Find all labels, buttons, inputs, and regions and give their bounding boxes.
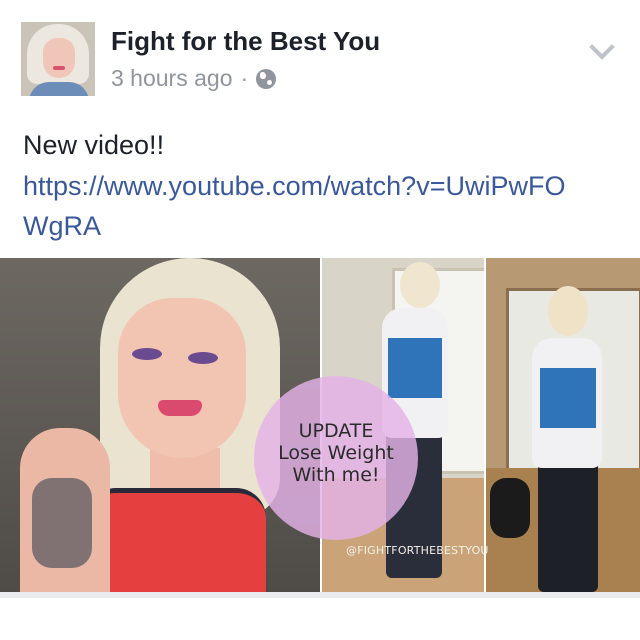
photo-shirt-print [388,338,442,398]
photo-head [548,286,588,336]
avatar-face [43,38,75,78]
post-header: Fight for the Best You 3 hours ago · [0,0,640,110]
photo-eye-right [188,352,218,364]
photo-red-top [86,488,266,592]
avatar-lips [53,66,65,70]
globe-icon [256,68,277,89]
photo-head [400,262,440,308]
post-media[interactable]: UPDATE Lose Weight With me! @FIGHTFORTHE… [0,258,640,592]
photo-face [118,298,246,458]
photo-legs [538,458,598,592]
next-post-card [0,598,640,640]
watermark: @FIGHTFORTHEBESTYOU [346,544,489,557]
photo-dog [490,478,530,538]
photo-mouth [158,400,202,416]
meta-separator: · [240,65,249,91]
post-card: Fight for the Best You 3 hours ago · New… [0,0,640,592]
post-text: New video!! [23,130,165,160]
page-name-link[interactable]: Fight for the Best You [111,26,380,57]
photo-tattoo [32,478,92,568]
post-link[interactable]: https://www.youtube.com/watch?v=UwiPwFOW… [23,166,583,246]
timestamp[interactable]: 3 hours ago [111,65,232,92]
avatar[interactable] [21,22,95,96]
photo-eye-left [132,348,162,360]
chevron-down-icon[interactable] [589,34,615,60]
overlay-text: UPDATE Lose Weight With me! [254,420,418,486]
photo-shirt-print [540,368,596,428]
post-meta: 3 hours ago · [111,65,277,92]
avatar-shirt [29,82,89,96]
media-photo-selfie-after [486,258,640,592]
overlay-line-2: Lose Weight With me! [278,442,394,486]
overlay-line-1: UPDATE [298,420,374,442]
